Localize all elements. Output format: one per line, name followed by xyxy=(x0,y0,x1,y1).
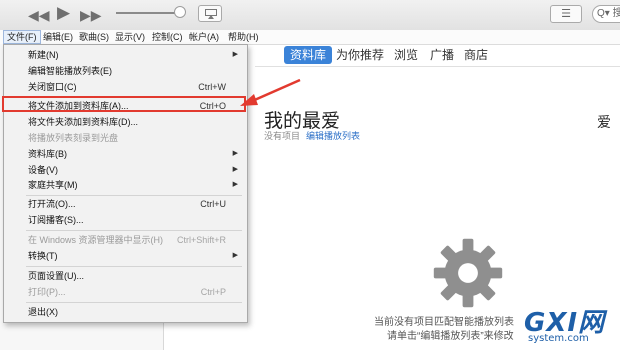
menu-song[interactable]: 歌曲(S) xyxy=(76,30,112,44)
list-view-button[interactable]: ☰ xyxy=(550,5,582,23)
edit-playlist-link[interactable]: 编辑播放列表 xyxy=(306,129,360,142)
menu-item-label: 新建(N) xyxy=(28,50,59,60)
menu-item-label: 页面设置(U)... xyxy=(28,271,84,281)
library-tabs: 资料库 为你推荐 浏览 广播 商店 xyxy=(272,44,612,66)
menu-item-edit-smart-playlist[interactable]: 编辑智能播放列表(E) xyxy=(28,63,240,79)
menu-item-home-sharing[interactable]: 家庭共享(M) ▶ xyxy=(28,177,240,193)
menu-item-page-setup[interactable]: 页面设置(U)... xyxy=(28,268,240,284)
submenu-arrow-icon: ▶ xyxy=(232,166,238,173)
menu-edit[interactable]: 编辑(E) xyxy=(40,30,76,44)
menu-item-label: 设备(V) xyxy=(28,165,58,175)
play-icon[interactable]: ▶ xyxy=(57,4,70,21)
tab-for-you[interactable]: 为你推荐 xyxy=(336,46,384,64)
submenu-arrow-icon: ▶ xyxy=(232,150,238,157)
player-toolbar: ◀◀ ▶ ▶▶ ☰ Q▾ 搜 xyxy=(0,0,620,31)
menu-item-label: 编辑智能播放列表(E) xyxy=(28,66,112,76)
menu-item-close-window[interactable]: 关闭窗口(C) Ctrl+W xyxy=(28,79,240,95)
menu-item-label: 订阅播客(S)... xyxy=(28,215,84,225)
submenu-arrow-icon: ▶ xyxy=(232,252,238,259)
menu-item-label: 打开流(O)... xyxy=(28,199,76,209)
volume-slider[interactable] xyxy=(116,12,178,14)
fast-forward-icon[interactable]: ▶▶ xyxy=(80,7,102,23)
shortcut-label: Ctrl+P xyxy=(200,287,226,297)
menu-item-convert[interactable]: 转换(T) ▶ xyxy=(28,248,240,264)
shortcut-label: Ctrl+Shift+R xyxy=(176,235,226,245)
shortcut-label: Ctrl+U xyxy=(200,199,226,209)
tab-radio[interactable]: 广播 xyxy=(430,46,454,64)
menu-item-library[interactable]: 资料库(B) ▶ xyxy=(28,146,240,162)
menu-view[interactable]: 显示(V) xyxy=(112,30,148,44)
airplay-icon xyxy=(205,9,217,19)
menu-separator xyxy=(26,266,242,267)
menu-item-label: 打印(P)... xyxy=(28,287,66,297)
pointer-arrow-icon xyxy=(240,78,301,106)
airplay-button[interactable] xyxy=(198,5,222,22)
watermark-logo: GXI网 system.com xyxy=(520,302,620,350)
rewind-icon[interactable]: ◀◀ xyxy=(28,7,50,23)
submenu-arrow-icon: ▶ xyxy=(232,51,238,58)
submenu-arrow-icon: ▶ xyxy=(232,181,238,188)
watermark-domain: system.com xyxy=(528,333,589,344)
tab-library[interactable]: 资料库 xyxy=(284,46,333,64)
menu-item-label: 将播放列表刻录到光盘 xyxy=(28,133,119,143)
search-input[interactable]: Q▾ 搜 xyxy=(592,5,620,23)
truncated-title: 爱 xyxy=(597,114,611,130)
empty-state-hint: 请单击“编辑播放列表”来修改 xyxy=(387,331,514,342)
menu-item-exit[interactable]: 退出(X) xyxy=(28,304,240,320)
menu-separator xyxy=(26,230,242,231)
menu-controls[interactable]: 控制(C) xyxy=(149,30,186,44)
menu-item-new[interactable]: 新建(N) ▶ xyxy=(28,47,240,63)
empty-state-text: 当前没有项目匹配智能播放列表 xyxy=(374,317,514,328)
volume-knob[interactable] xyxy=(174,6,186,18)
menu-item-label: 将文件夹添加到资料库(D)... xyxy=(28,117,138,127)
menu-file[interactable]: 文件(F) xyxy=(3,30,41,44)
menu-separator xyxy=(26,302,242,303)
menu-item-label: 转换(T) xyxy=(28,251,58,261)
menu-help[interactable]: 帮助(H) xyxy=(225,30,262,44)
menu-item-label: 资料库(B) xyxy=(28,149,67,159)
menu-item-open-stream[interactable]: 打开流(O)... Ctrl+U xyxy=(28,196,240,212)
shortcut-label: Ctrl+W xyxy=(198,82,226,92)
divider xyxy=(255,66,620,67)
menu-item-label: 在 Windows 资源管理器中显示(H) xyxy=(28,235,164,245)
menubar: 文件(F) 编辑(E) 歌曲(S) 显示(V) 控制(C) 帐户(A) 帮助(H… xyxy=(0,30,620,45)
menu-item-devices[interactable]: 设备(V) ▶ xyxy=(28,162,240,178)
menu-item-print: 打印(P)... Ctrl+P xyxy=(28,284,240,300)
gear-icon xyxy=(433,238,503,308)
highlight-box xyxy=(2,96,246,112)
tab-browse[interactable]: 浏览 xyxy=(394,46,418,64)
menu-item-show-in-explorer: 在 Windows 资源管理器中显示(H) Ctrl+Shift+R xyxy=(28,232,240,248)
item-count: 没有项目 xyxy=(264,131,301,141)
menu-item-burn-playlist: 将播放列表刻录到光盘 xyxy=(28,130,240,146)
menu-item-label: 退出(X) xyxy=(28,307,58,317)
menu-account[interactable]: 帐户(A) xyxy=(186,30,222,44)
menu-item-subscribe-podcast[interactable]: 订阅播客(S)... xyxy=(28,212,240,228)
menu-item-add-folder-to-library[interactable]: 将文件夹添加到资料库(D)... xyxy=(28,114,240,130)
file-menu-dropdown: 新建(N) ▶ 编辑智能播放列表(E) 关闭窗口(C) Ctrl+W 将文件添加到资… xyxy=(3,44,248,323)
list-icon: ☰ xyxy=(561,8,571,20)
menu-item-label: 关闭窗口(C) xyxy=(28,82,77,92)
menu-item-label: 家庭共享(M) xyxy=(28,180,78,190)
tab-store[interactable]: 商店 xyxy=(464,46,488,64)
